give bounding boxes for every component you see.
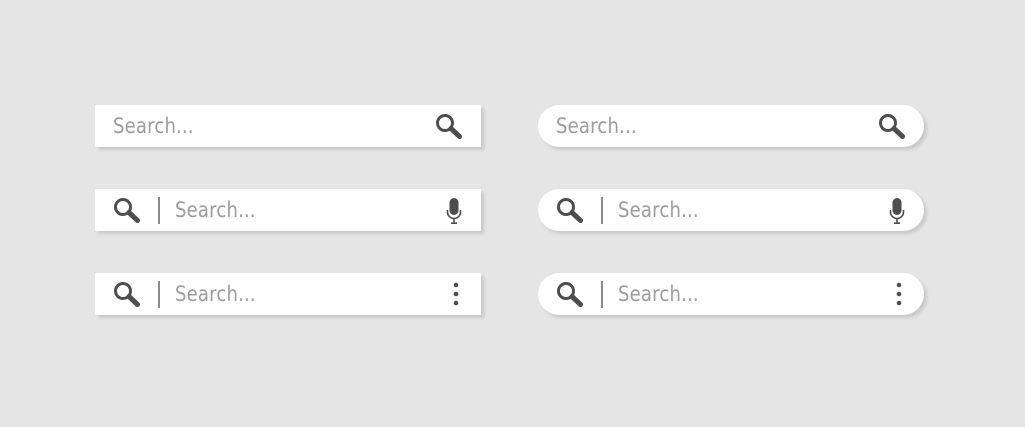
divider xyxy=(158,281,160,308)
search-bar-square-basic[interactable]: Search... xyxy=(95,105,481,147)
search-icon[interactable] xyxy=(113,197,141,223)
search-icon[interactable] xyxy=(113,281,141,307)
search-input[interactable]: Search... xyxy=(113,105,194,147)
search-bar-square-voice[interactable]: Search... xyxy=(95,189,481,231)
search-bar-square-menu[interactable]: Search... xyxy=(95,273,481,315)
divider xyxy=(601,281,603,308)
search-bar-rounded-basic[interactable]: Search... xyxy=(538,105,924,147)
search-bar-rounded-menu[interactable]: Search... xyxy=(538,273,924,315)
divider xyxy=(158,197,160,224)
search-input[interactable]: Search... xyxy=(618,189,699,231)
search-input[interactable]: Search... xyxy=(175,189,256,231)
search-icon[interactable] xyxy=(556,197,584,223)
divider xyxy=(601,197,603,224)
search-bar-rounded-voice[interactable]: Search... xyxy=(538,189,924,231)
more-vertical-icon[interactable] xyxy=(452,282,460,306)
search-icon[interactable] xyxy=(878,113,906,139)
search-input[interactable]: Search... xyxy=(618,273,699,315)
microphone-icon[interactable] xyxy=(446,197,462,225)
search-input[interactable]: Search... xyxy=(175,273,256,315)
search-input[interactable]: Search... xyxy=(556,105,637,147)
search-icon[interactable] xyxy=(556,281,584,307)
more-vertical-icon[interactable] xyxy=(895,282,903,306)
search-icon[interactable] xyxy=(435,113,463,139)
microphone-icon[interactable] xyxy=(889,197,905,225)
